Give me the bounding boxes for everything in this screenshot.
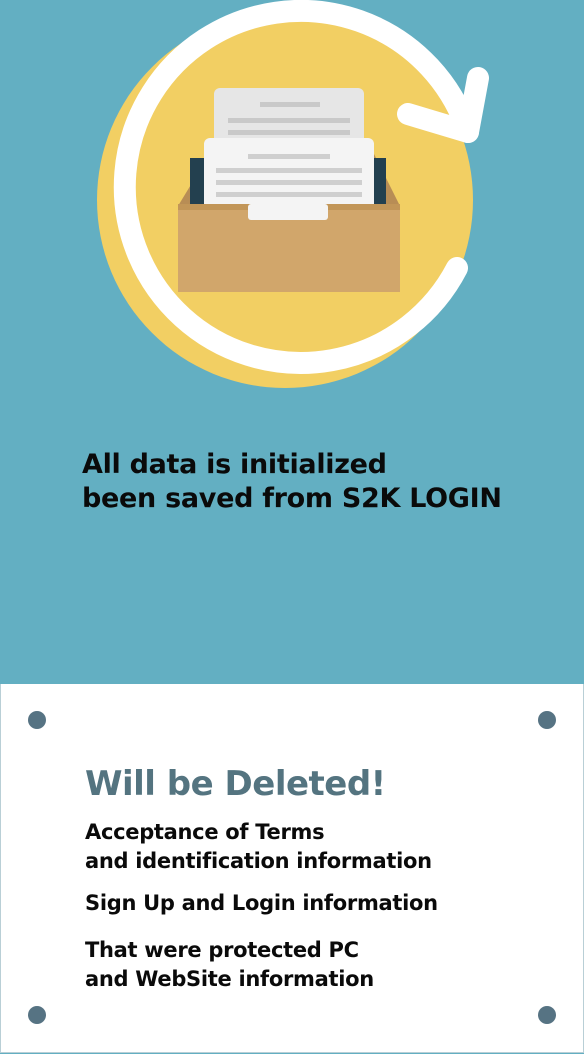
notice-item-line: and WebSite information bbox=[85, 967, 374, 991]
notice-item-line: and identification information bbox=[85, 849, 432, 873]
notice-panel: Will be Deleted! Acceptance of Terms and… bbox=[0, 684, 584, 1053]
headline-line-1: All data is initialized bbox=[82, 449, 387, 480]
headline: All data is initialized been saved from … bbox=[82, 448, 562, 516]
notice-item-line: Acceptance of Terms bbox=[85, 820, 325, 844]
notice-item-login: Sign Up and Login information bbox=[85, 889, 565, 918]
pin-dot-top-right bbox=[538, 711, 556, 729]
notice-item-terms: Acceptance of Terms and identification i… bbox=[85, 818, 565, 876]
pin-dot-top-left bbox=[28, 711, 46, 729]
notice-item-line: Sign Up and Login information bbox=[85, 891, 438, 915]
pin-dot-bottom-right bbox=[538, 1006, 556, 1024]
file-drawer-refresh-icon bbox=[97, 0, 489, 388]
top-panel: All data is initialized been saved from … bbox=[0, 0, 584, 684]
notice-item-protected: That were protected PC and WebSite infor… bbox=[85, 936, 565, 994]
warning-title: Will be Deleted! bbox=[85, 764, 386, 804]
headline-line-2: been saved from S2K LOGIN bbox=[82, 483, 502, 514]
notice-item-line: That were protected PC bbox=[85, 938, 359, 962]
pin-dot-bottom-left bbox=[28, 1006, 46, 1024]
